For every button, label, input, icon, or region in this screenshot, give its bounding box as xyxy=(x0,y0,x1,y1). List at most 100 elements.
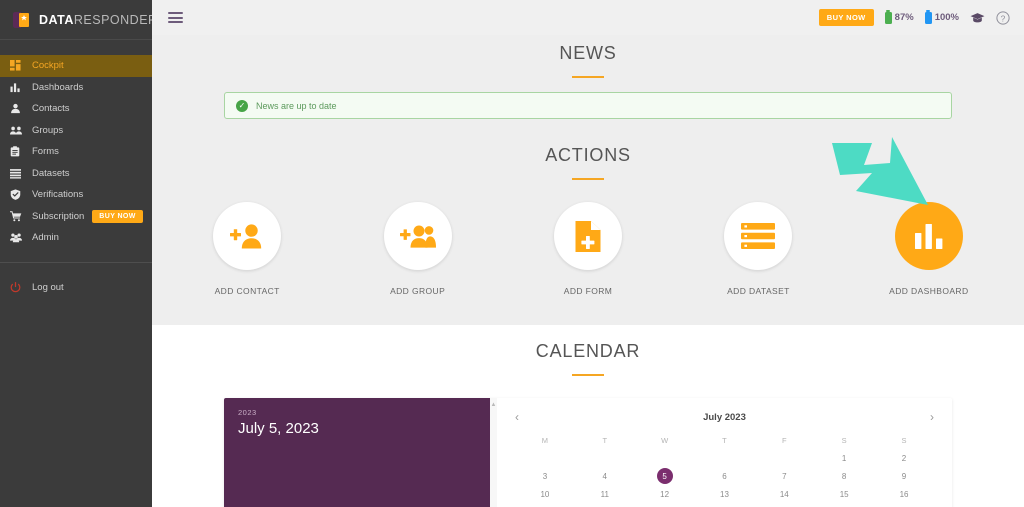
brand-text: DATARESPONDER xyxy=(39,13,152,27)
calendar-day[interactable]: 2 xyxy=(874,449,934,467)
graduation-cap-icon[interactable] xyxy=(970,12,985,24)
clipboard-icon xyxy=(10,146,32,157)
storage-stat-blue: 100% xyxy=(924,9,959,24)
calendar-day[interactable]: 3 xyxy=(515,467,575,485)
power-icon xyxy=(10,281,32,293)
sidebar-item-contacts[interactable]: Contacts xyxy=(0,98,152,120)
storage-stat-green-value: 87% xyxy=(894,12,914,23)
bar-chart-icon xyxy=(10,82,32,93)
calendar-weekday: T xyxy=(722,436,727,445)
sidebar-item-label: Log out xyxy=(32,281,64,293)
calendar-day[interactable]: 7 xyxy=(754,467,814,485)
sidebar-item-subscription[interactable]: Subscription BUY NOW xyxy=(0,206,152,228)
person-icon xyxy=(10,103,32,114)
action-label: ADD FORM xyxy=(563,286,613,296)
sidebar-logout-wrap: Log out xyxy=(0,277,152,299)
calendar-day[interactable]: 20 xyxy=(695,503,755,507)
action-label: ADD CONTACT xyxy=(214,286,280,296)
calendar-day[interactable] xyxy=(754,449,814,467)
sidebar-item-label: Contacts xyxy=(32,103,70,115)
sidebar-item-label: Forms xyxy=(32,146,59,158)
calendar-day[interactable]: 12 xyxy=(635,485,695,503)
calendar-day[interactable]: 10 xyxy=(515,485,575,503)
sidebar-item-verifications[interactable]: Verifications xyxy=(0,184,152,206)
calendar-month-label: July 2023 xyxy=(703,411,746,423)
actions-title: ACTIONS xyxy=(545,145,631,165)
action-add-dataset[interactable]: ADD DATASET xyxy=(673,202,843,296)
calendar-day[interactable]: 9 xyxy=(874,467,934,485)
calendar-day[interactable]: 17 xyxy=(515,503,575,507)
calendar-widget: 2023 July 5, 2023 ▲ ‹ July 2023 › M T W … xyxy=(224,398,952,507)
calendar-day[interactable]: 18 xyxy=(575,503,635,507)
main-content: BUY NOW 87% 100% ? NEWS ✓ News are up to… xyxy=(152,0,1024,507)
calendar-day[interactable] xyxy=(515,449,575,467)
calendar-day[interactable]: 23 xyxy=(874,503,934,507)
sidebar-item-label: Groups xyxy=(32,124,64,136)
calendar-day[interactable]: 21 xyxy=(754,503,814,507)
chevron-left-icon[interactable]: ‹ xyxy=(515,410,529,424)
action-add-contact[interactable]: ADD CONTACT xyxy=(162,202,332,296)
grid-icon xyxy=(10,60,32,71)
actions-title-rule xyxy=(572,178,604,180)
calendar-title: CALENDAR xyxy=(535,341,641,361)
sidebar-buy-now-badge[interactable]: BUY NOW xyxy=(92,209,143,223)
calendar-week-row: 10 11 12 13 14 15 16 xyxy=(515,485,934,503)
sidebar-item-forms[interactable]: Forms xyxy=(0,141,152,163)
calendar-scrollbar[interactable]: ▲ xyxy=(490,398,497,507)
brand-bold: DATA xyxy=(39,12,74,27)
sidebar-item-dashboards[interactable]: Dashboards xyxy=(0,77,152,99)
calendar-day[interactable]: 16 xyxy=(874,485,934,503)
chevron-right-icon[interactable]: › xyxy=(920,410,934,424)
calendar-day[interactable]: 14 xyxy=(754,485,814,503)
topbar-actions: BUY NOW 87% 100% ? xyxy=(818,9,1010,26)
sidebar-item-label: Datasets xyxy=(32,167,70,179)
add-people-icon xyxy=(383,202,452,270)
calendar-day[interactable]: 19 xyxy=(635,503,695,507)
svg-text:?: ? xyxy=(1001,13,1006,23)
help-circle-icon[interactable]: ? xyxy=(996,10,1010,25)
sidebar-item-groups[interactable]: Groups xyxy=(0,120,152,142)
sidebar-item-datasets[interactable]: Datasets xyxy=(0,163,152,185)
brand-logo[interactable]: DATARESPONDER xyxy=(0,0,152,40)
calendar-week-row: 17 18 19 20 21 22 23 xyxy=(515,503,934,507)
calendar-weekday: F xyxy=(782,436,787,445)
calendar-weekday: T xyxy=(602,436,608,445)
admin-people-icon xyxy=(10,232,32,243)
storage-stat-green: 87% xyxy=(884,9,914,24)
action-add-form[interactable]: ADD FORM xyxy=(503,202,673,296)
action-add-dashboard[interactable]: ADD DASHBOARD xyxy=(844,202,1014,296)
calendar-hero-date: July 5, 2023 xyxy=(238,420,319,437)
calendar-day[interactable]: 8 xyxy=(814,467,874,485)
calendar-day[interactable] xyxy=(575,449,635,467)
calendar-day[interactable]: 15 xyxy=(814,485,874,503)
sidebar-item-logout[interactable]: Log out xyxy=(0,277,152,299)
calendar-day-selected[interactable]: 5 xyxy=(635,467,695,485)
calendar-day[interactable]: 11 xyxy=(575,485,635,503)
sidebar-item-cockpit[interactable]: Cockpit xyxy=(0,55,152,77)
sidebar-item-label: Verifications xyxy=(32,189,84,201)
calendar-nav: ‹ July 2023 › xyxy=(515,404,934,430)
calendar-band: CALENDAR 2023 July 5, 2023 ▲ ‹ July 2023… xyxy=(152,325,1024,507)
add-person-icon xyxy=(213,202,282,270)
sidebar: DATARESPONDER Cockpit Dashboards Contact… xyxy=(0,0,152,507)
action-add-group[interactable]: ADD GROUP xyxy=(332,202,502,296)
action-label: ADD DATASET xyxy=(727,286,790,296)
buy-now-button[interactable]: BUY NOW xyxy=(818,9,874,26)
calendar-day[interactable]: 6 xyxy=(695,467,755,485)
calendar-weekday: M xyxy=(541,436,549,445)
calendar-day[interactable] xyxy=(635,449,695,467)
sidebar-item-admin[interactable]: Admin xyxy=(0,227,152,249)
news-status-alert: ✓ News are up to date xyxy=(224,92,952,119)
topbar: BUY NOW 87% 100% ? xyxy=(152,0,1024,35)
calendar-day[interactable]: 22 xyxy=(814,503,874,507)
calendar-day-pill: 5 xyxy=(656,468,673,484)
action-label: ADD GROUP xyxy=(390,286,446,296)
news-status-text: News are up to date xyxy=(256,100,337,111)
calendar-day[interactable]: 1 xyxy=(814,449,874,467)
hamburger-icon[interactable] xyxy=(168,10,183,26)
calendar-day[interactable]: 4 xyxy=(575,467,635,485)
shield-check-icon xyxy=(10,189,32,201)
calendar-day[interactable]: 13 xyxy=(695,485,755,503)
sidebar-item-label: Dashboards xyxy=(32,81,84,93)
calendar-day[interactable] xyxy=(695,449,755,467)
